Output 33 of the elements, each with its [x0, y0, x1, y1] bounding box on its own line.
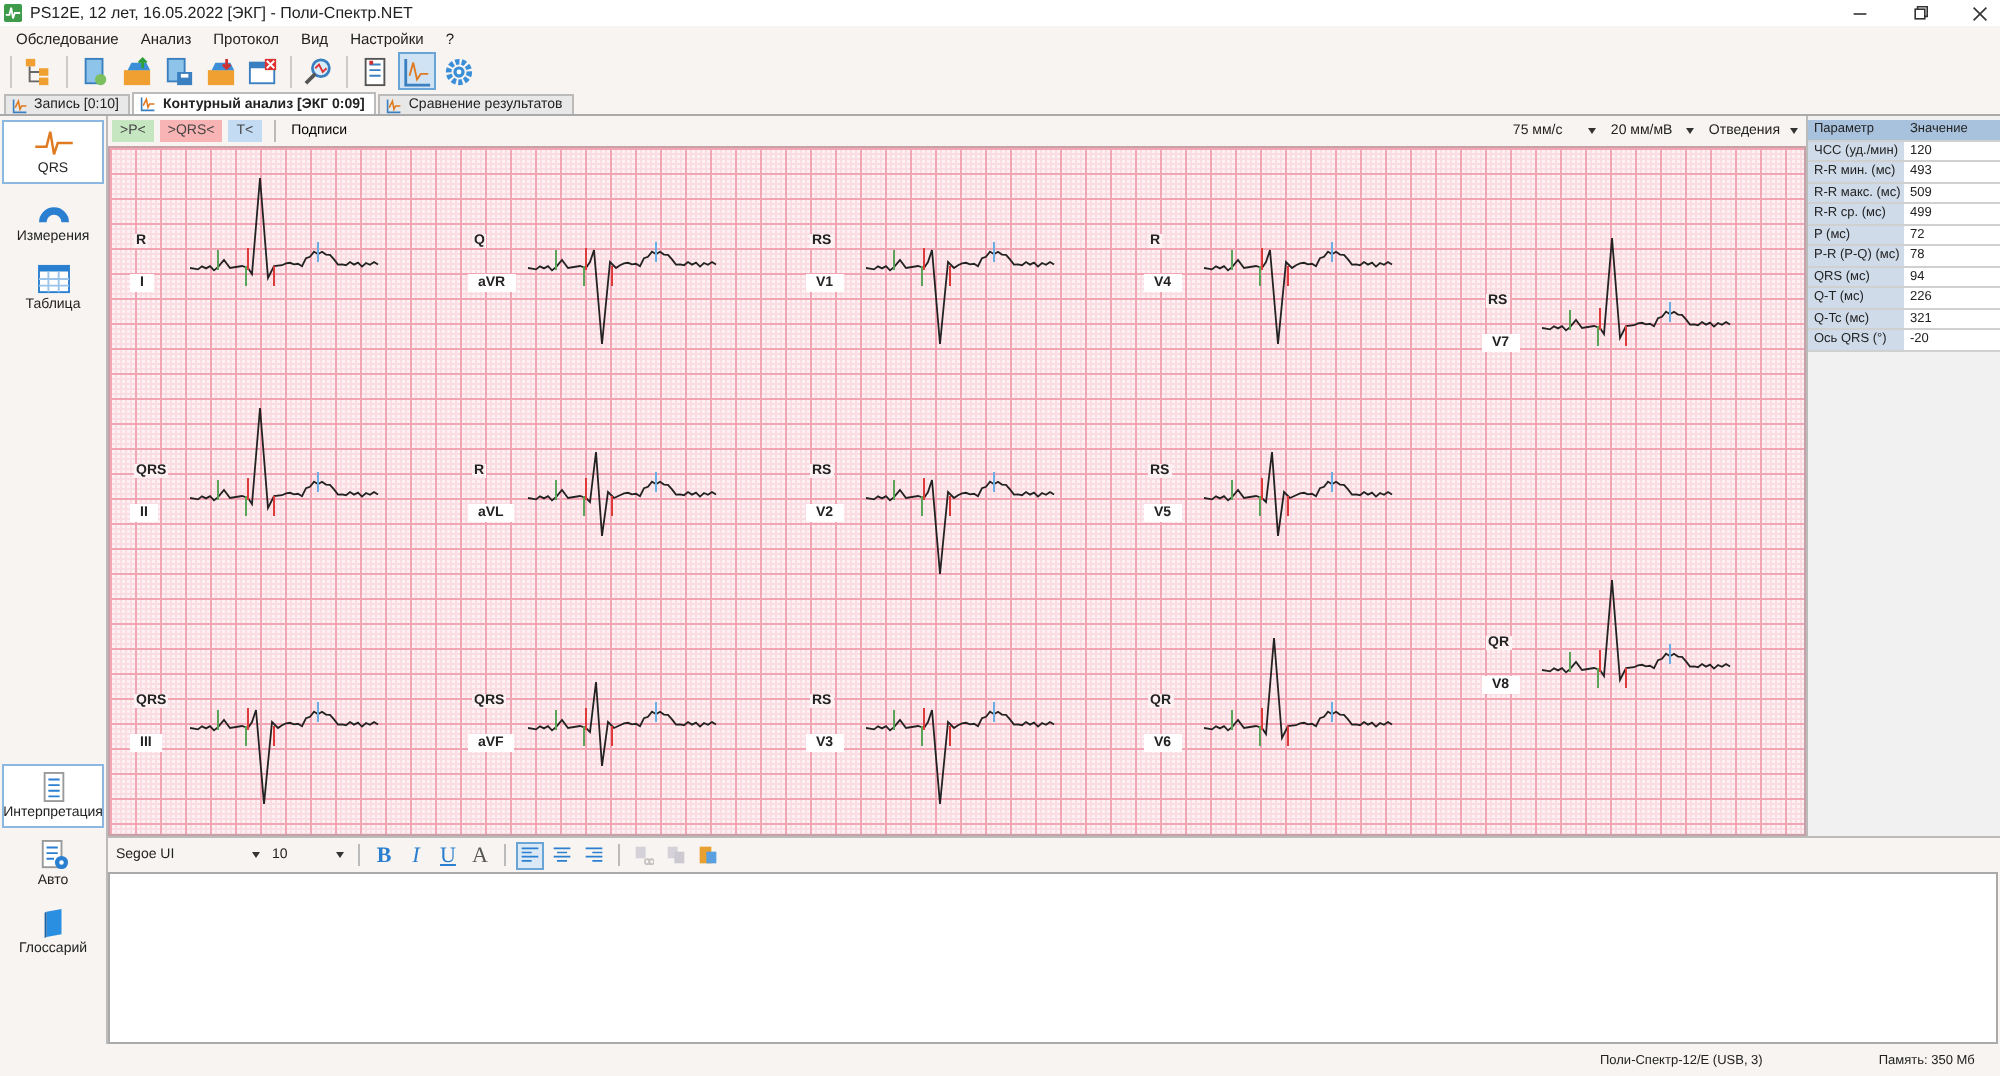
align-left-button[interactable] [516, 841, 544, 869]
bold-button[interactable]: B [370, 841, 398, 869]
text-editor[interactable] [108, 872, 1998, 1044]
underline-button[interactable]: U [434, 841, 462, 869]
ecg-chart-icon [386, 97, 403, 113]
copy-icon [666, 844, 686, 866]
table-icon [33, 264, 73, 294]
ecg-chart-icon [12, 97, 28, 113]
close-icon[interactable] [1972, 5, 1988, 21]
maximize-icon[interactable] [1912, 5, 1928, 21]
tree-icon [24, 55, 54, 87]
search-icon [304, 55, 334, 87]
save-icon [164, 55, 194, 87]
chart-icon [402, 55, 432, 87]
cut-icon [634, 844, 654, 866]
import-tool-button[interactable] [118, 52, 156, 90]
import-icon [122, 55, 152, 87]
chart-tool-button[interactable] [398, 52, 436, 90]
report-icon [360, 55, 390, 87]
italic-button[interactable]: I [402, 841, 430, 869]
ecg-chart-icon [140, 96, 157, 112]
color-button[interactable]: A [466, 841, 494, 869]
paste-icon [698, 844, 718, 866]
window-title: PS12E, 12 лет, 16.05.2022 [ЭКГ] - Поли-Спектр.NET [30, 4, 413, 22]
align-left-icon [520, 844, 540, 866]
close-icon [248, 55, 278, 87]
paste-button[interactable] [694, 841, 722, 869]
align-center-icon [552, 844, 572, 866]
open-icon [80, 55, 110, 87]
export-icon [206, 55, 236, 87]
settings-icon [444, 55, 474, 87]
waveform-icon [33, 128, 73, 158]
align-right-icon [584, 844, 604, 866]
